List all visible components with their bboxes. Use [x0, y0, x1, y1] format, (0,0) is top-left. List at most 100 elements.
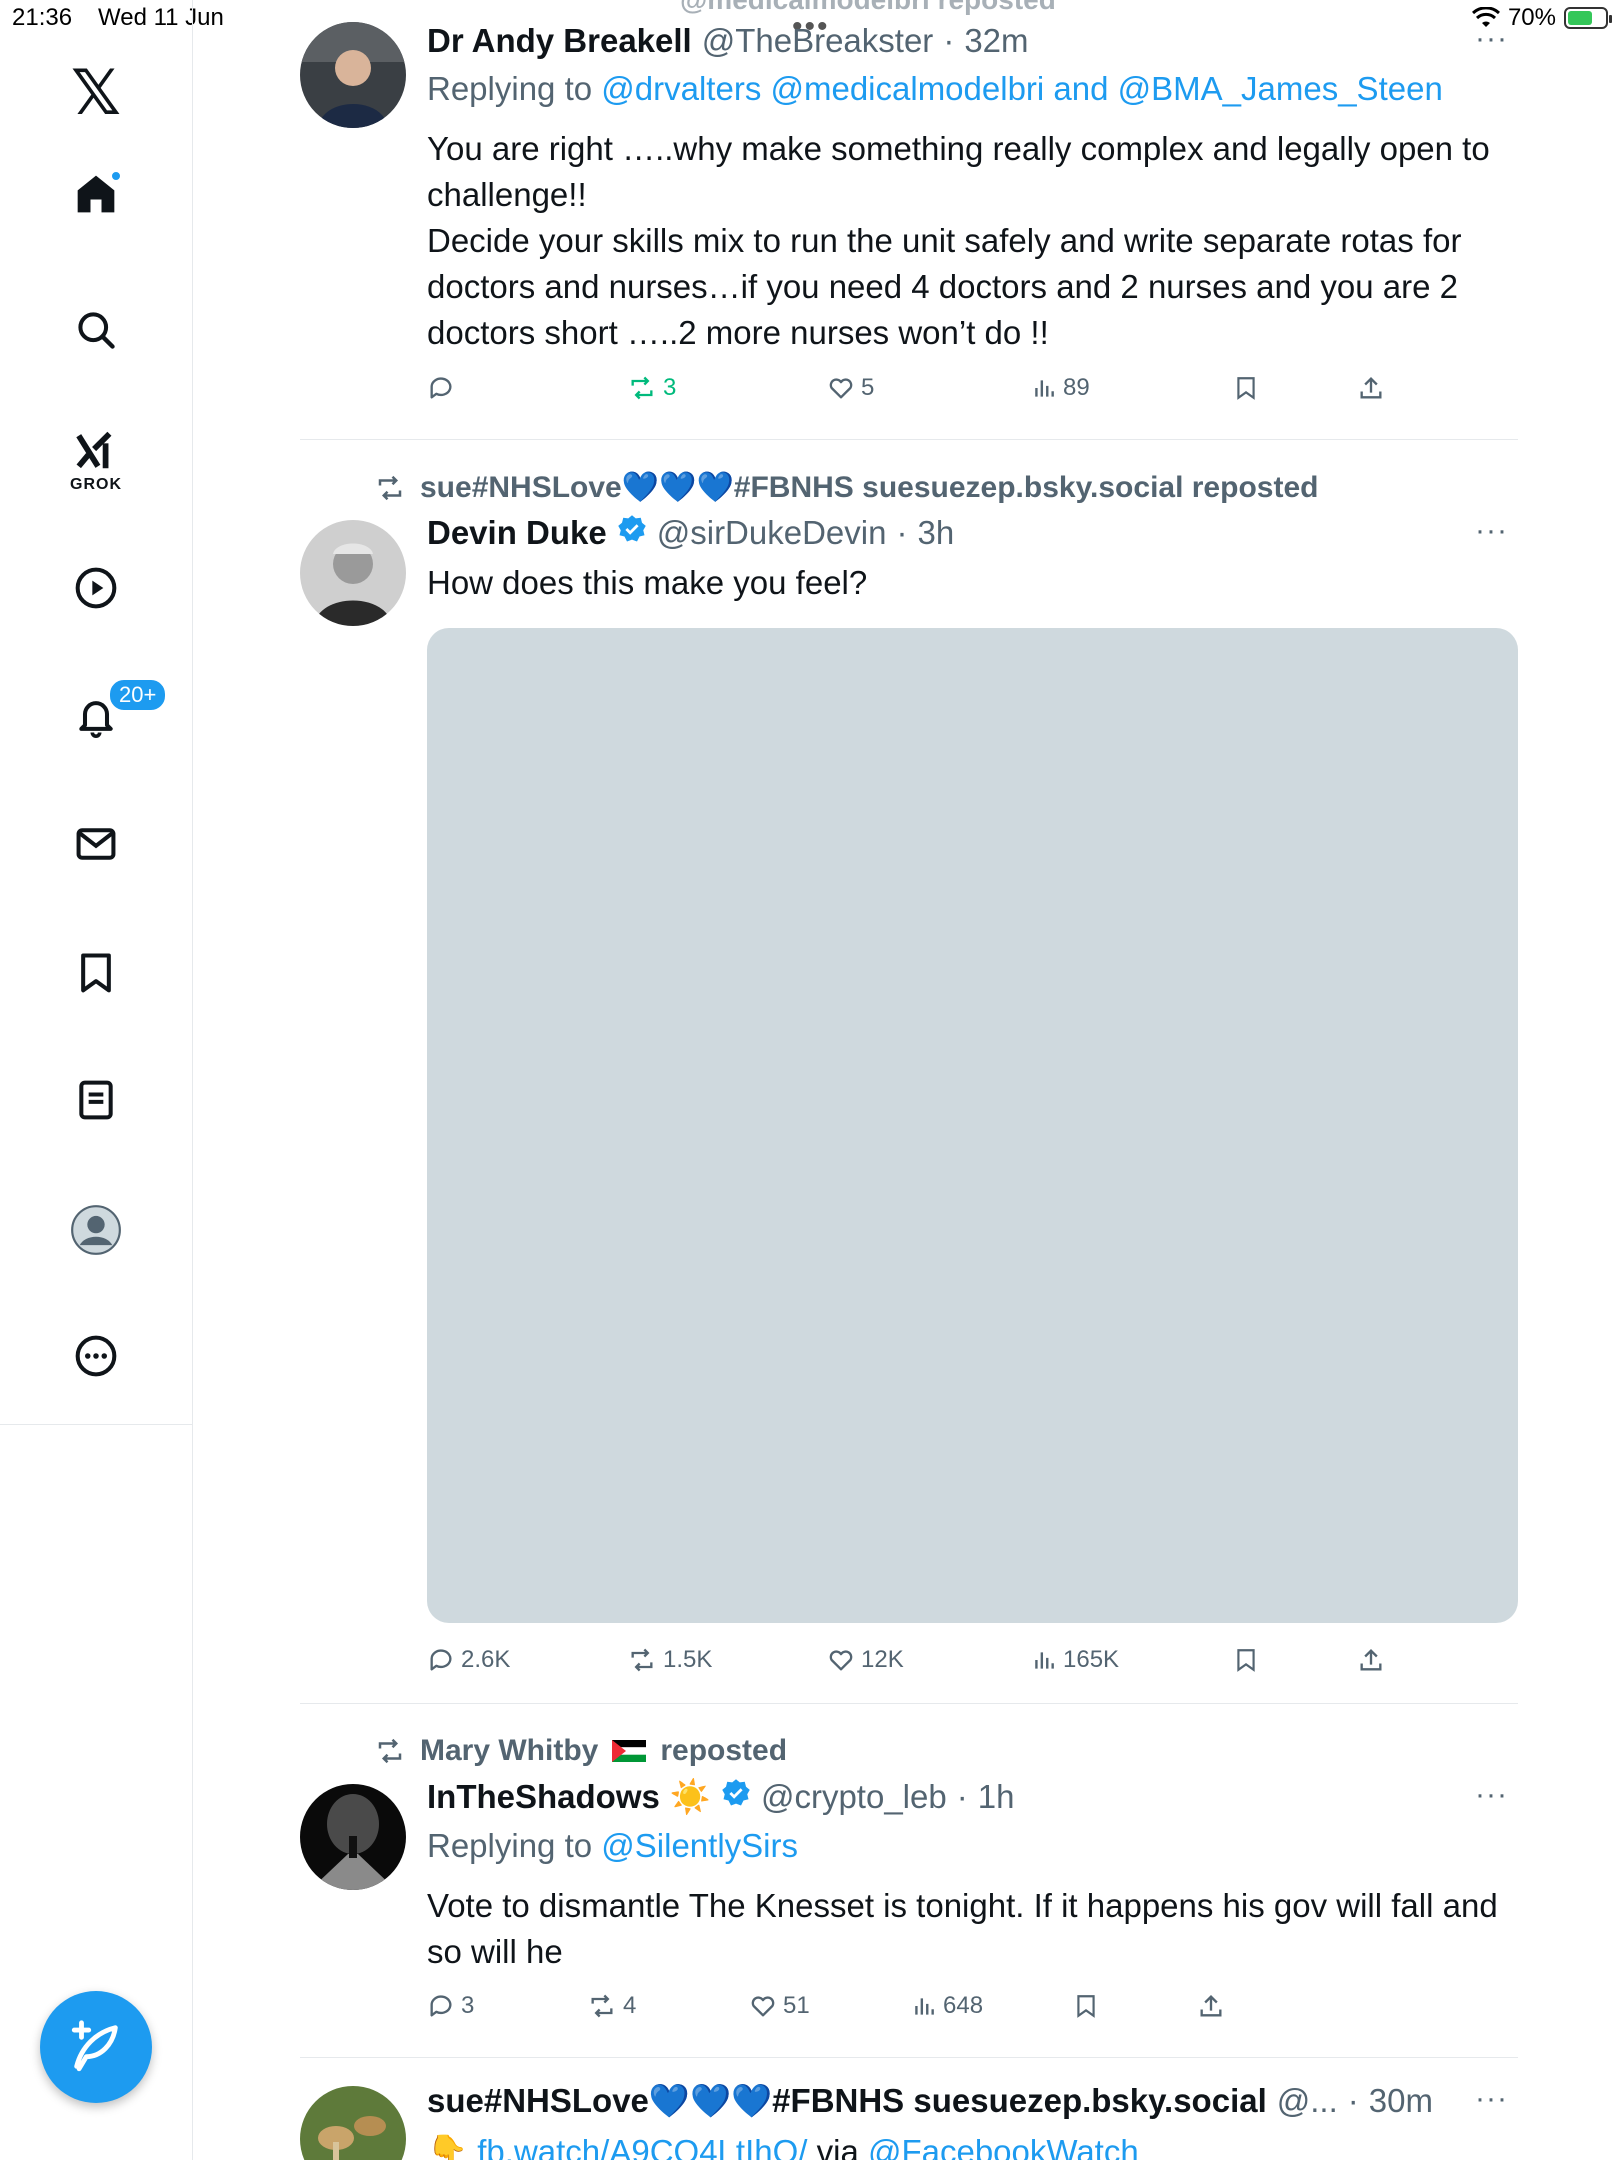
timestamp[interactable]: 32m	[964, 22, 1028, 60]
reply-icon	[430, 377, 452, 399]
handle[interactable]: @...	[1277, 2082, 1338, 2120]
views-button[interactable]: 648	[911, 1992, 983, 2020]
reply-mentions[interactable]: @SilentlySirs	[601, 1827, 798, 1864]
tweet-text: How does this make you feel?	[427, 564, 868, 601]
nav-lists[interactable]	[74, 1078, 118, 1122]
tweet-more-button[interactable]: ···	[1475, 1778, 1508, 1812]
reply-button[interactable]: 2.6K	[427, 1646, 510, 1674]
avatar[interactable]	[300, 2086, 406, 2160]
display-name[interactable]: Devin Duke	[427, 514, 607, 552]
bookmark-icon	[1237, 1649, 1255, 1672]
nav-bookmarks[interactable]	[74, 950, 118, 994]
reply-button[interactable]	[427, 374, 461, 402]
repost-button[interactable]: 3	[627, 374, 676, 402]
avatar[interactable]	[300, 520, 406, 626]
repost-count: 3	[663, 374, 677, 401]
like-count: 5	[861, 374, 875, 401]
timestamp[interactable]: 3h	[917, 514, 954, 552]
avatar[interactable]	[300, 22, 406, 128]
handle[interactable]: @TheBreakster	[702, 22, 934, 60]
nav-home[interactable]	[74, 170, 122, 216]
tweet-more-button[interactable]: ···	[1475, 22, 1508, 56]
palestine-flag-icon	[612, 1740, 647, 1762]
tweet-more-button[interactable]: ···	[1475, 2082, 1508, 2116]
heart-icon	[751, 1996, 775, 2017]
tweet-actions: 3 4 51 648	[427, 1992, 1518, 2032]
play-icon	[75, 567, 117, 609]
repost-by-name[interactable]: Mary Whitby	[420, 1734, 598, 1768]
grok-label: GROK	[70, 476, 122, 493]
bookmark-button[interactable]	[1073, 1992, 1099, 2020]
bookmark-button[interactable]	[1233, 1646, 1259, 1674]
media-placeholder[interactable]	[427, 628, 1518, 1623]
tweet-divider	[300, 439, 1518, 440]
bell-icon: 20+	[74, 678, 168, 738]
repost-icon	[378, 1738, 402, 1764]
view-count: 648	[943, 1992, 984, 2019]
nav-profile[interactable]	[70, 1204, 122, 1256]
display-name[interactable]: Dr Andy Breakell	[427, 22, 692, 60]
timestamp[interactable]: 1h	[978, 1778, 1015, 1816]
views-icon	[1035, 1652, 1054, 1669]
bookmark-icon	[1237, 377, 1255, 400]
views-button[interactable]: 165K	[1031, 1646, 1119, 1674]
share-icon	[1360, 1649, 1382, 1671]
via-mention[interactable]: @FacebookWatch	[868, 2133, 1139, 2160]
like-count: 51	[783, 1992, 810, 2019]
repost-by[interactable]: sue#NHSLove💙💙💙#FBNHS suesuezep.bsky.soci…	[420, 470, 1318, 505]
tweet-text: Vote to dismantle The Knesset is tonight…	[427, 1887, 1507, 1970]
tweet-divider	[300, 1703, 1518, 1704]
tweet-more-button[interactable]: ···	[1475, 514, 1508, 548]
avatar[interactable]	[300, 1784, 406, 1890]
nav-grok[interactable]: GROK	[70, 428, 122, 494]
share-button[interactable]	[1197, 1992, 1225, 2020]
tweet-header: sue#NHSLove💙💙💙#FBNHS suesuezep.bsky.soci…	[427, 2082, 1518, 2121]
reply-count: 3	[461, 1992, 475, 2019]
tweet-header: Dr Andy Breakell @TheBreakster · 32m	[427, 22, 1518, 60]
tweet-content: Dr Andy Breakell @TheBreakster · 32m Rep…	[427, 22, 1518, 356]
list-icon	[79, 1080, 113, 1120]
replying-to: Replying to @drvalters @medicalmodelbri …	[427, 70, 1518, 108]
share-button[interactable]	[1357, 1646, 1385, 1674]
pointing-emoji: 👇	[427, 2133, 469, 2160]
timestamp[interactable]: 30m	[1369, 2082, 1433, 2120]
nav-videos[interactable]	[74, 566, 118, 610]
like-button[interactable]: 5	[827, 374, 874, 402]
separator: ·	[943, 22, 955, 59]
nav-messages[interactable]	[74, 822, 118, 866]
partial-repost-line: @medicalmodelbri reposted	[680, 0, 1056, 16]
handle[interactable]: @sirDukeDevin	[657, 514, 887, 552]
bookmark-icon	[81, 953, 111, 993]
handle[interactable]: @crypto_leb	[761, 1778, 947, 1816]
home-unread-dot	[110, 170, 122, 182]
nav-notifications[interactable]: 20+	[74, 678, 168, 738]
views-button[interactable]: 89	[1031, 374, 1090, 402]
home-icon	[74, 170, 122, 216]
separator: ·	[896, 514, 908, 551]
replying-label: Replying to	[427, 1827, 593, 1864]
share-button[interactable]	[1357, 374, 1385, 402]
compose-button[interactable]	[40, 1991, 152, 2103]
tweet-text: You are right …..why make something real…	[427, 130, 1490, 351]
nav-more[interactable]	[74, 1334, 118, 1378]
like-button[interactable]: 51	[749, 1992, 810, 2020]
repost-icon	[631, 376, 653, 400]
like-button[interactable]: 12K	[827, 1646, 904, 1674]
repost-button[interactable]: 1.5K	[627, 1646, 712, 1674]
reply-mentions[interactable]: @drvalters @medicalmodelbri and @BMA_Jam…	[601, 70, 1443, 107]
repost-button[interactable]: 4	[587, 1992, 636, 2020]
tweet-divider	[300, 2057, 1518, 2058]
reply-button[interactable]: 3	[427, 1992, 474, 2020]
x-logo-icon[interactable]: 𝕏	[71, 62, 121, 124]
link[interactable]: fb.watch/A9CO4LtIhO/	[477, 2133, 807, 2160]
tweet-content: InTheShadows ☀️ @crypto_leb · 1h Replyin…	[427, 1778, 1518, 1975]
mail-icon	[76, 828, 116, 860]
sidebar: 𝕏 GROK 20+	[0, 0, 193, 2160]
bookmark-button[interactable]	[1233, 374, 1259, 402]
nav-explore[interactable]	[74, 308, 118, 352]
display-name[interactable]: sue#NHSLove💙💙💙#FBNHS suesuezep.bsky.soci…	[427, 2082, 1267, 2121]
views-icon	[915, 1998, 934, 2015]
verified-badge-icon	[722, 1779, 750, 1806]
more-icon	[75, 1335, 117, 1377]
display-name[interactable]: InTheShadows	[427, 1778, 660, 1816]
